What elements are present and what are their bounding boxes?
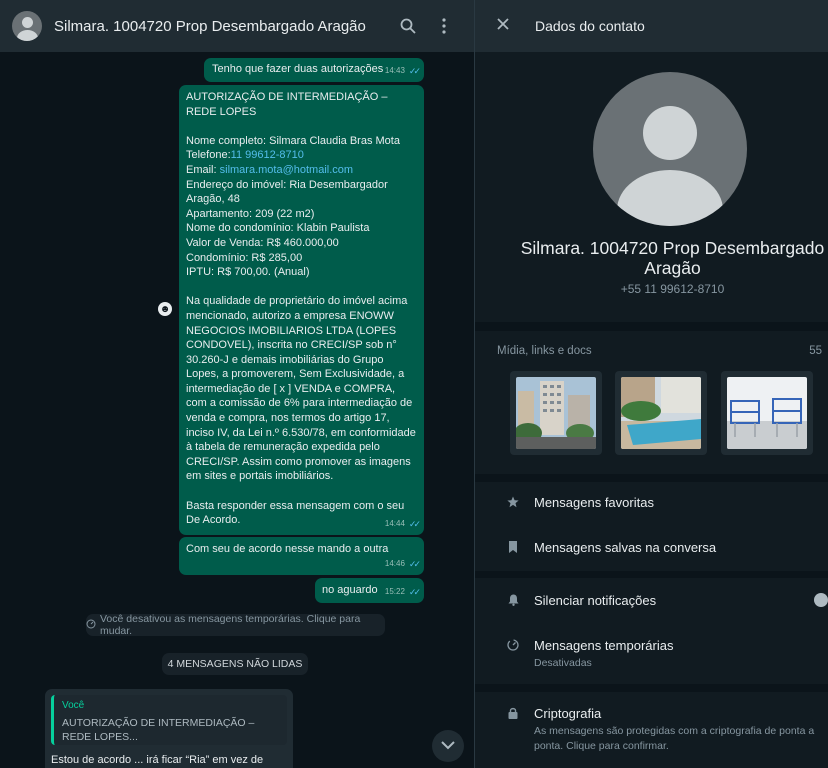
row-label: Criptografia [534, 706, 602, 721]
profile-avatar[interactable] [593, 72, 747, 226]
row-mute-notifications[interactable]: Silenciar notificações [475, 593, 828, 608]
encryption-section: Criptografia As mensagens são protegidas… [475, 692, 828, 768]
message-list[interactable]: Tenho que fazer duas autorizações 14:43 ✓… [0, 52, 474, 768]
timer-icon [86, 619, 96, 632]
building-photo [516, 377, 596, 449]
message-outgoing[interactable]: Tenho que fazer duas autorizações 14:43 ✓… [204, 58, 424, 82]
message-outgoing[interactable]: Com seu de acordo nesse mando a outra 14… [179, 537, 424, 575]
row-sublabel: As mensagens são protegidas com a cripto… [534, 725, 815, 752]
message-body: Endereço do imóvel: Ria Desembargador Ar… [186, 178, 416, 527]
timer-icon [506, 638, 520, 652]
row-sublabel: Desativadas [534, 657, 592, 669]
double-check-icon: ✓✓ [408, 587, 421, 598]
avatar[interactable] [12, 11, 42, 41]
phone-line: Telefone:11 99612-8710 [186, 148, 417, 163]
bell-icon [506, 593, 520, 607]
contact-info-pane: Dados do contato Silmara. 1004720 Prop D… [475, 0, 828, 768]
profile-name: Silmara. 1004720 Prop Desembargado Aragã… [520, 238, 825, 278]
message-meta: 14:43 ✓✓ [384, 64, 421, 79]
message-meta: 15:22 ✓✓ [384, 585, 421, 600]
search-button[interactable] [390, 8, 426, 44]
row-label: Mensagens salvas na conversa [534, 540, 717, 555]
message-outgoing[interactable]: AUTORIZAÇÃO DE INTERMEDIAÇÃO – REDE LOPE… [179, 85, 424, 535]
email-line: Email: silmara.mota@hotmail.com [186, 163, 417, 178]
message-text-line: Nome completo: Silmara Claudia Bras Mota [186, 134, 400, 147]
message-incoming[interactable]: Você AUTORIZAÇÃO DE INTERMEDIAÇÃO – REDE… [45, 689, 293, 768]
quote-text: AUTORIZAÇÃO DE INTERMEDIAÇÃO – REDE LOPE… [62, 716, 255, 743]
media-thumbnail[interactable] [510, 371, 602, 455]
emoji-icon[interactable]: ☻ [158, 302, 172, 316]
messages-section: Mensagens favoritas Mensagens salvas na … [475, 482, 828, 571]
row-label: Silenciar notificações [534, 593, 657, 608]
message-time: 15:22 [384, 587, 405, 597]
double-check-icon: ✓✓ [408, 519, 421, 530]
chat-title[interactable]: Silmara. 1004720 Prop Desembargado Aragã… [54, 18, 390, 35]
quote-author: Você [62, 700, 85, 711]
close-icon [497, 17, 509, 35]
row-label: Mensagens favoritas [534, 495, 654, 510]
media-label[interactable]: Mídia, links e docs [497, 345, 592, 357]
message-text-line: AUTORIZAÇÃO DE INTERMEDIAÇÃO – REDE LOPE… [186, 91, 388, 118]
phone-label: Telefone: [186, 149, 231, 162]
system-message-text: Você desativou as mensagens temporárias.… [100, 613, 361, 637]
message-meta: 14:44 ✓✓ [384, 517, 421, 532]
mute-toggle[interactable] [814, 593, 828, 607]
message-text: Tenho que fazer duas autorizações [212, 63, 384, 75]
message-text: Estou de acordo ... irá ficar “Ria” em v… [51, 754, 264, 766]
star-icon [506, 495, 520, 509]
media-count[interactable]: 55 [809, 345, 822, 357]
email-link[interactable]: silmara.mota@hotmail.com [220, 164, 353, 176]
message-time: 14:43 [384, 66, 405, 76]
message-text: Com seu de acordo nesse mando a outra [186, 543, 389, 555]
info-header: Dados do contato [475, 0, 828, 52]
message-time: 14:46 [384, 559, 405, 569]
search-icon [400, 18, 416, 34]
message-meta: 14:46 ✓✓ [384, 557, 421, 572]
lock-icon [506, 706, 520, 720]
scroll-down-button[interactable] [432, 730, 464, 762]
profile-section: Silmara. 1004720 Prop Desembargado Aragã… [475, 52, 828, 322]
phone-link[interactable]: 11 99612-8710 [231, 149, 304, 161]
chat-header[interactable]: Silmara. 1004720 Prop Desembargado Aragã… [0, 0, 474, 52]
row-encryption[interactable]: Criptografia As mensagens são protegidas… [475, 706, 828, 754]
menu-icon [442, 18, 446, 34]
message-text: no aguardo [322, 584, 378, 596]
row-label: Mensagens temporárias [534, 638, 674, 653]
unread-divider: 4 MENSAGENS NÃO LIDAS [162, 653, 308, 675]
message-time: 14:44 [384, 519, 405, 529]
media-section: Mídia, links e docs 55 [475, 331, 828, 474]
info-title: Dados do contato [535, 18, 645, 34]
double-check-icon: ✓✓ [408, 559, 421, 570]
profile-phone: +55 11 99612-8710 [620, 282, 725, 296]
media-thumbnail[interactable] [721, 371, 813, 455]
row-temporary-messages[interactable]: Mensagens temporárias Desativadas [475, 638, 828, 671]
close-button[interactable] [489, 12, 517, 40]
media-thumbnail[interactable] [615, 371, 707, 455]
settings-section: Silenciar notificações Mensagens temporá… [475, 578, 828, 684]
email-label: Email: [186, 163, 220, 176]
pool-photo [621, 377, 701, 449]
bookmark-icon [506, 540, 520, 554]
chevron-down-icon [441, 737, 455, 755]
menu-button[interactable] [426, 8, 462, 44]
chat-pane: Silmara. 1004720 Prop Desembargado Aragã… [0, 0, 474, 768]
row-saved-messages[interactable]: Mensagens salvas na conversa [475, 540, 828, 555]
row-favorite-messages[interactable]: Mensagens favoritas [475, 495, 828, 510]
message-outgoing[interactable]: no aguardo 15:22 ✓✓ [315, 578, 424, 603]
quoted-message[interactable]: Você AUTORIZAÇÃO DE INTERMEDIAÇÃO – REDE… [51, 695, 287, 745]
double-check-icon: ✓✓ [408, 66, 421, 77]
room-photo [727, 377, 807, 449]
system-message-temporary[interactable]: Você desativou as mensagens temporárias.… [86, 613, 385, 637]
